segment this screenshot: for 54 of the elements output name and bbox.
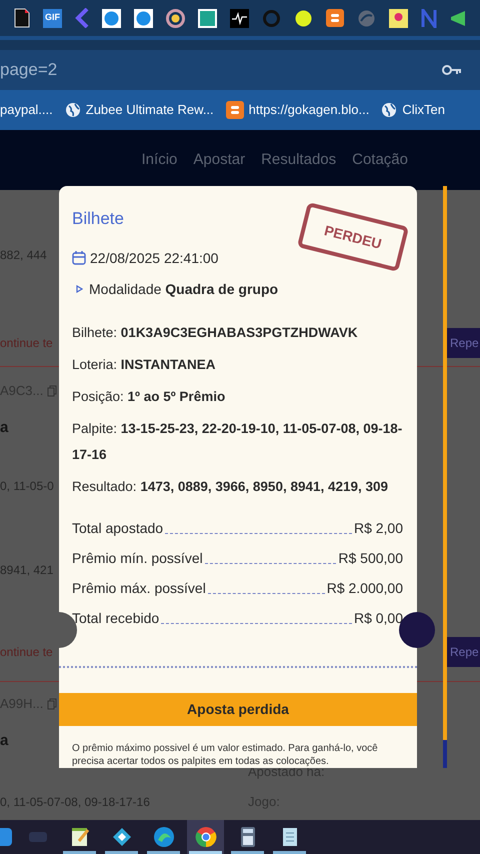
chevron-icon[interactable] — [75, 8, 89, 28]
calendar-icon — [72, 251, 86, 265]
kodi-icon[interactable] — [110, 826, 132, 848]
total-value: R$ 0,00 — [354, 608, 403, 628]
disclaimer-text: O prêmio máximo possivel é um valor estimado. Para ganhá-lo, você precisa acertar todos os palpites em todas as colocações. — [71, 742, 379, 768]
encouragement-text: ontinue te — [0, 335, 53, 352]
ticket-field: Palpite: 13-15-25-23, 22-20-19-10, 11-05-07-08, 09-18-17-16 — [72, 416, 404, 468]
sticker-icon[interactable] — [389, 8, 408, 28]
nav-link[interactable]: Início — [142, 148, 178, 172]
total-label: Total recebido — [72, 608, 160, 628]
ticket-field: Resultado: 1473, 0889, 3966, 8950, 8941, 4219, 309 — [72, 474, 404, 500]
coin-icon[interactable] — [102, 8, 121, 28]
megaphone-icon[interactable] — [450, 8, 468, 28]
total-value: R$ 500,00 — [338, 548, 403, 568]
waveform-icon[interactable] — [230, 8, 249, 28]
blogger-icon — [226, 101, 244, 119]
gif-icon[interactable]: GIF — [43, 8, 62, 28]
bookmark[interactable]: Zubee Ultimate Rew... — [64, 100, 214, 120]
nav-link[interactable]: Cotação — [352, 148, 408, 172]
total-label: Prêmio máx. possível — [72, 578, 206, 598]
bookmark[interactable]: ClixTen — [381, 100, 445, 120]
total-label: Prêmio mín. possível — [72, 548, 203, 568]
nav-link[interactable]: Apostar — [193, 148, 246, 172]
total-label: Total apostado — [72, 518, 164, 538]
bookmark[interactable]: paypal.... — [0, 100, 53, 120]
bet-title: a — [0, 730, 8, 750]
ticket-field: Posição: 1º ao 5º Prêmio — [72, 384, 404, 410]
blogger-icon — [326, 9, 344, 27]
chrome-icon[interactable] — [194, 826, 216, 848]
ticket-date: 22/08/2025 22:41:00 — [90, 248, 218, 268]
bet-title: a — [0, 418, 8, 438]
total-value: R$ 2.000,00 — [326, 578, 403, 598]
ticket-mode: Modalidade Quadra de grupo — [89, 280, 278, 299]
ball-icon[interactable] — [294, 8, 313, 28]
play-icon — [76, 285, 83, 293]
taskbar-item[interactable] — [187, 820, 224, 854]
key-icon[interactable] — [442, 64, 462, 76]
app-icon[interactable] — [198, 8, 217, 28]
globe-icon — [64, 102, 81, 118]
nav-link[interactable]: Resultados — [261, 148, 336, 172]
url-text[interactable]: page=2 — [0, 57, 58, 83]
edge-icon[interactable] — [152, 826, 174, 848]
edit-button[interactable]: Repe — [447, 328, 480, 358]
globe-icon — [381, 102, 398, 118]
encouragement-text: ontinue te — [0, 644, 53, 661]
coin-icon[interactable] — [134, 8, 153, 28]
edit-button[interactable]: Repe — [447, 637, 480, 667]
ticket-field: Loteria: INSTANTANEA — [72, 352, 404, 378]
ticket-field: Bilhete: 01K3A9C3EGHABAS3PGTZHDWAVK — [72, 320, 404, 346]
total-value: R$ 2,00 — [354, 518, 403, 538]
bookmark[interactable]: https://gokagen.blo... — [226, 100, 370, 120]
document-icon[interactable] — [14, 8, 30, 28]
calculator-icon[interactable] — [238, 826, 256, 848]
status-banner: Aposta perdida — [59, 692, 417, 726]
